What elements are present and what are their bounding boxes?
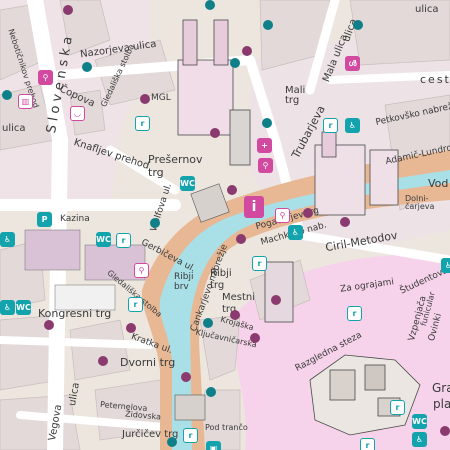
wc-icon[interactable]: WC <box>16 300 31 315</box>
bus-icon[interactable]: ▣ <box>206 441 221 450</box>
bus-stop-dot[interactable] <box>230 58 240 68</box>
poi-dot[interactable] <box>440 426 450 436</box>
map-canvas[interactable]: Nebotičnikov prehod Slovenska Nazorjeva … <box>0 0 450 450</box>
parking-icon[interactable]: r <box>360 438 375 450</box>
wc-icon[interactable]: WC <box>180 176 195 191</box>
street-label-ulica-right: ulica <box>415 4 439 15</box>
poi-dot[interactable] <box>181 372 191 382</box>
accessible-icon[interactable]: ♿ <box>0 232 15 247</box>
place-label-presernov: Prešernov trg <box>148 153 203 180</box>
place-label-dvorni: Dvorni trg <box>120 356 176 369</box>
parking-icon[interactable]: r <box>183 428 198 443</box>
poi-dot[interactable] <box>44 320 54 330</box>
bike-icon[interactable]: ⚲ <box>275 208 290 223</box>
parking-lot-icon[interactable]: P <box>37 212 52 227</box>
parking-icon[interactable]: r <box>252 256 267 271</box>
poi-dot[interactable] <box>303 208 313 218</box>
bus-stop-dot[interactable] <box>353 20 363 30</box>
poi-dot[interactable] <box>236 234 246 244</box>
parking-icon[interactable]: r <box>128 297 143 312</box>
poi-dot[interactable] <box>271 295 281 305</box>
bike-icon[interactable]: ⚲ <box>38 70 53 85</box>
poi-dot[interactable] <box>63 5 73 15</box>
shopping-icon[interactable]: ◡ <box>70 106 85 121</box>
poi-dot[interactable] <box>340 217 350 227</box>
bike-icon[interactable]: ⚲ <box>134 263 149 278</box>
street-label-ulica-left: ulica <box>2 123 26 134</box>
street-label-vod: Vod <box>428 177 449 190</box>
medical-icon[interactable]: + <box>257 138 272 153</box>
accessible-icon[interactable]: ♿ <box>441 258 450 273</box>
bus-stop-dot[interactable] <box>167 437 177 447</box>
wc-icon[interactable]: WC <box>412 414 427 429</box>
poi-dot[interactable] <box>126 323 136 333</box>
accessible-icon[interactable]: ♿ <box>345 118 360 133</box>
parking-icon[interactable]: r <box>135 116 150 131</box>
bus-stop-dot[interactable] <box>206 387 216 397</box>
bus-stop-dot[interactable] <box>82 62 92 72</box>
restaurant-icon[interactable]: ▥ <box>18 94 33 109</box>
street-label-cesta: cesta <box>420 73 450 86</box>
bus-stop-dot[interactable] <box>263 20 273 30</box>
bus-stop-dot[interactable] <box>203 318 213 328</box>
bus-stop-dot[interactable] <box>2 90 12 100</box>
bike-icon[interactable]: ⚲ <box>258 158 273 173</box>
poi-dot[interactable] <box>242 46 252 56</box>
place-label-kongresni: Kongresni trg <box>38 307 112 320</box>
street-label-podtrancso: Pod trančo <box>205 423 248 432</box>
poi-dot[interactable] <box>98 356 108 366</box>
label-pla: pla <box>433 397 450 411</box>
accessible-icon[interactable]: ♿ <box>412 432 427 447</box>
poi-dot[interactable] <box>210 128 220 138</box>
cycling-icon[interactable]: ൾ <box>345 56 360 71</box>
street-label-dolnicarjeva: Dolni-čarjeva <box>405 194 435 211</box>
parking-icon[interactable]: r <box>390 400 405 415</box>
tourist-info-icon[interactable]: i <box>244 196 264 218</box>
poi-dot[interactable] <box>250 333 260 343</box>
poi-dot[interactable] <box>230 310 240 320</box>
place-label-mali-trg: Mali trg <box>285 85 306 106</box>
bus-stop-dot[interactable] <box>262 118 272 128</box>
parking-icon[interactable]: r <box>323 118 338 133</box>
label-gra: Gra <box>432 381 450 395</box>
poi-dot[interactable] <box>140 94 150 104</box>
label-kazina: Kazina <box>60 214 90 224</box>
label-ribji-brv: Ribji brv <box>174 272 194 293</box>
accessible-icon[interactable]: ♿ <box>0 300 15 315</box>
poi-dot[interactable] <box>227 185 237 195</box>
bus-stop-dot[interactable] <box>205 0 215 10</box>
parking-icon[interactable]: r <box>347 306 362 321</box>
bus-stop-dot[interactable] <box>150 218 160 228</box>
wc-icon[interactable]: WC <box>96 232 111 247</box>
accessible-icon[interactable]: ♿ <box>288 225 303 240</box>
parking-icon[interactable]: r <box>116 233 131 248</box>
label-mgl: MGL <box>151 93 171 103</box>
